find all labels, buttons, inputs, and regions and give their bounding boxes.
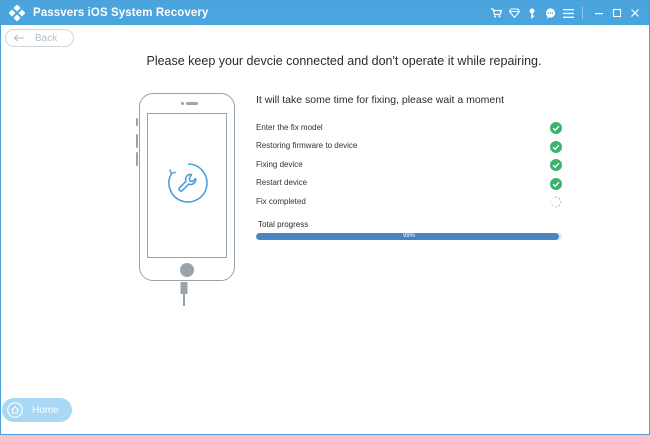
phone-cable-icon	[179, 282, 189, 306]
list-item: Enter the fix model	[256, 118, 566, 137]
title-separator	[582, 7, 583, 19]
home-label: Home	[32, 404, 59, 416]
wait-message: It will take some time for fixing, pleas…	[256, 94, 505, 106]
progress-percent-text: 99%	[402, 233, 415, 239]
list-item: Fixing device	[256, 155, 566, 174]
back-label: Back	[35, 32, 58, 44]
repair-steps: Enter the fix model Restoring firmware t…	[256, 118, 566, 211]
phone-volume-down	[136, 152, 138, 166]
list-item: Restart device	[256, 174, 566, 193]
minimize-icon[interactable]	[591, 1, 607, 25]
back-button[interactable]: Back	[5, 29, 74, 47]
cart-icon[interactable]	[488, 1, 504, 25]
app-window: Passvers iOS System Recovery Back Please…	[0, 0, 650, 435]
step-label: Fixing device	[256, 159, 303, 169]
phone-side-button	[136, 118, 138, 126]
title-controls	[486, 1, 643, 25]
chat-icon[interactable]	[542, 1, 558, 25]
step-label: Fix completed	[256, 196, 306, 206]
back-arrow-icon	[13, 34, 25, 42]
maximize-icon[interactable]	[609, 1, 625, 25]
phone-volume-up	[136, 134, 138, 148]
check-icon	[550, 140, 562, 153]
list-item: Restoring firmware to device	[256, 137, 566, 156]
phone-speaker	[186, 102, 198, 105]
step-label: Enter the fix model	[256, 122, 323, 132]
close-icon[interactable]	[627, 1, 643, 25]
home-button[interactable]: Home	[2, 398, 72, 422]
step-label: Restart device	[256, 178, 308, 188]
total-progress-label: Total progress	[258, 220, 309, 229]
page-heading: Please keep your devcie connected and do…	[146, 54, 542, 68]
check-icon	[550, 177, 562, 190]
title-bar: Passvers iOS System Recovery	[1, 1, 649, 25]
key-icon[interactable]	[524, 1, 540, 25]
menu-icon[interactable]	[560, 1, 576, 25]
app-title: Passvers iOS System Recovery	[33, 7, 209, 19]
total-progress-bar: 99%	[256, 233, 562, 240]
app-logo-icon	[8, 4, 26, 22]
phone-screen	[147, 113, 227, 258]
phone-camera	[181, 102, 184, 105]
check-icon	[550, 121, 562, 134]
check-icon	[550, 158, 562, 171]
diamond-icon[interactable]	[506, 1, 522, 25]
list-item: Fix completed	[256, 192, 566, 211]
phone-home-button	[180, 263, 194, 277]
wrench-icon	[167, 162, 209, 204]
phone-illustration	[136, 93, 235, 281]
loading-spinner-icon	[550, 195, 562, 208]
step-label: Restoring firmware to device	[256, 141, 358, 151]
home-icon	[7, 402, 23, 418]
